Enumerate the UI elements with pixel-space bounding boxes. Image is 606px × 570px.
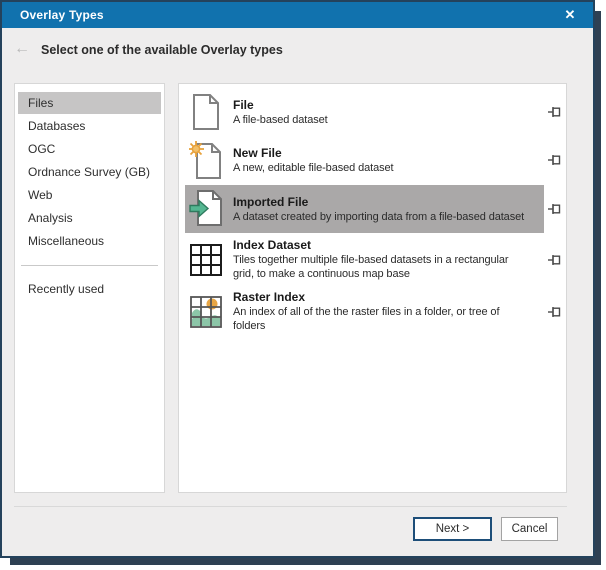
pin-icon[interactable] xyxy=(544,306,564,318)
pin-icon[interactable] xyxy=(544,106,564,118)
overlay-type-description: A file-based dataset xyxy=(233,113,540,127)
sidebar-item-ordnance-survey[interactable]: Ordnance Survey (GB) xyxy=(18,161,161,183)
close-icon[interactable]: ✕ xyxy=(557,2,583,28)
list-item: New File A new, editable file-based data… xyxy=(185,136,564,184)
wizard-header: ← Select one of the available Overlay ty… xyxy=(2,28,593,72)
list-item: Raster Index An index of all of the the … xyxy=(185,286,564,337)
imported-file-icon xyxy=(189,189,223,229)
overlay-type-title: Imported File xyxy=(233,195,540,210)
file-icon xyxy=(189,93,223,131)
overlay-type-description: A new, editable file-based dataset xyxy=(233,161,540,175)
raster-index-icon xyxy=(189,296,223,328)
list-item: Index Dataset Tiles together multiple fi… xyxy=(185,234,564,285)
sidebar-item-databases[interactable]: Databases xyxy=(18,115,161,137)
sidebar-item-files[interactable]: Files xyxy=(18,92,161,114)
titlebar[interactable]: Overlay Types ✕ xyxy=(2,2,593,28)
sidebar-item-analysis[interactable]: Analysis xyxy=(18,207,161,229)
overlay-type-description: A dataset created by importing data from… xyxy=(233,210,540,224)
overlay-type-title: Raster Index xyxy=(233,290,540,305)
sidebar-item-recently-used[interactable]: Recently used xyxy=(18,278,161,300)
cancel-button[interactable]: Cancel xyxy=(501,517,558,541)
next-button[interactable]: Next > xyxy=(413,517,492,541)
category-sidebar: Files Databases OGC Ordnance Survey (GB)… xyxy=(14,83,165,493)
overlay-type-list: File A file-based dataset xyxy=(178,83,567,493)
pin-icon[interactable] xyxy=(544,154,564,166)
new-file-icon xyxy=(189,140,223,180)
page-title: Select one of the available Overlay type… xyxy=(36,43,283,57)
overlay-type-imported-file[interactable]: Imported File A dataset created by impor… xyxy=(185,185,544,233)
pin-icon[interactable] xyxy=(544,254,564,266)
overlay-type-new-file[interactable]: New File A new, editable file-based data… xyxy=(185,136,544,184)
sidebar-item-ogc[interactable]: OGC xyxy=(18,138,161,160)
overlay-type-index-dataset[interactable]: Index Dataset Tiles together multiple fi… xyxy=(185,234,544,285)
overlay-type-title: New File xyxy=(233,146,540,161)
overlay-type-title: File xyxy=(233,98,540,113)
overlay-type-description: An index of all of the the raster files … xyxy=(233,305,540,333)
overlay-types-dialog: Overlay Types ✕ ← Select one of the avai… xyxy=(0,0,595,558)
footer-divider xyxy=(14,506,567,507)
overlay-type-description: Tiles together multiple file-based datas… xyxy=(233,253,540,281)
overlay-type-raster-index[interactable]: Raster Index An index of all of the the … xyxy=(185,286,544,337)
overlay-type-title: Index Dataset xyxy=(233,238,540,253)
pin-icon[interactable] xyxy=(544,203,564,215)
list-item: File A file-based dataset xyxy=(185,89,564,135)
sidebar-item-miscellaneous[interactable]: Miscellaneous xyxy=(18,230,161,252)
list-item: Imported File A dataset created by impor… xyxy=(185,185,564,233)
window-title: Overlay Types xyxy=(2,8,104,22)
sidebar-item-web[interactable]: Web xyxy=(18,184,161,206)
overlay-type-file[interactable]: File A file-based dataset xyxy=(185,89,544,135)
sidebar-divider xyxy=(21,265,158,266)
back-arrow-icon[interactable]: ← xyxy=(2,40,36,60)
index-dataset-icon xyxy=(189,244,223,276)
